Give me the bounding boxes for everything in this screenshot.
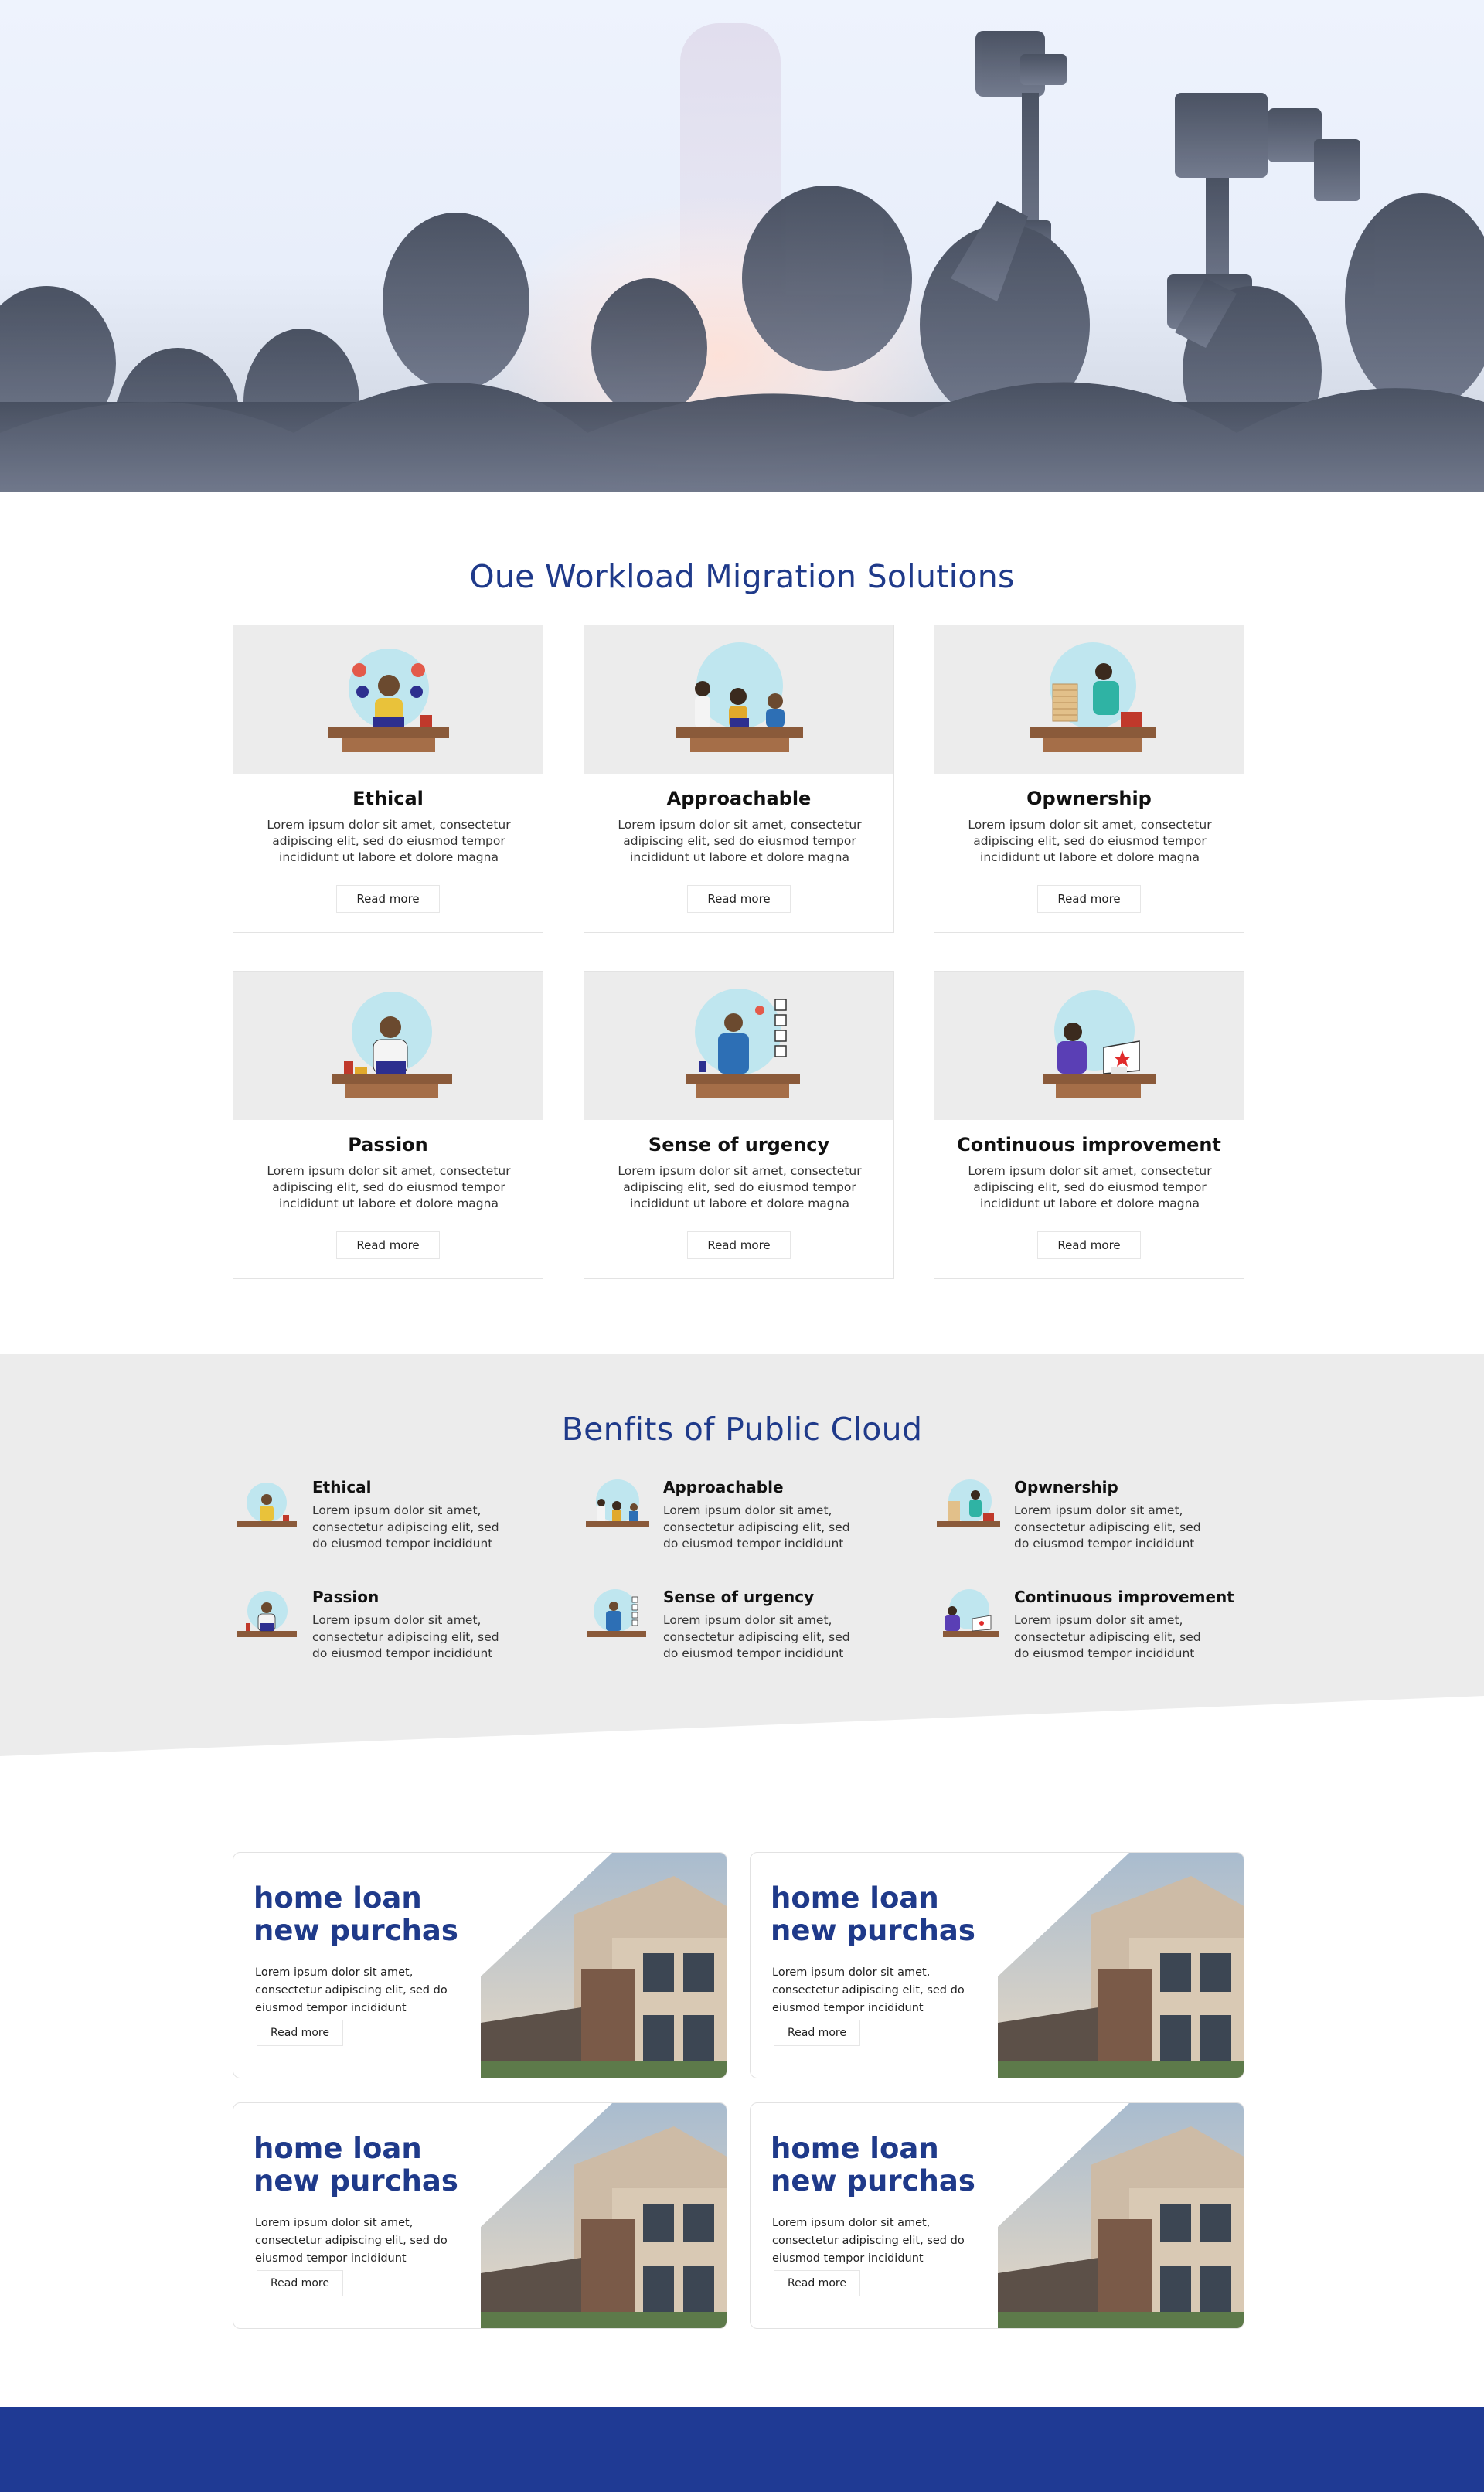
card-title: Ethical (352, 788, 424, 809)
benefit-description: Lorem ipsum dolor sit amet, consectetur … (663, 1613, 850, 1660)
card-description: Lorem ipsum dolor sit amet, consectetur … (968, 1164, 1212, 1210)
card-image (934, 972, 1244, 1120)
benefit-title: Continuous improvement (1014, 1588, 1234, 1606)
benefit-title: Sense of urgency (663, 1588, 815, 1606)
loan-title-line: new purchas (771, 2164, 975, 2198)
card-title: Passion (348, 1134, 428, 1156)
benefit-title: Opwnership (1014, 1478, 1118, 1496)
read-more-button[interactable]: Read more (257, 2270, 343, 2296)
read-more-button[interactable]: Read more (1037, 1231, 1141, 1259)
loan-title-line: home loan (254, 1881, 422, 1915)
card-title: Continuous improvement (957, 1134, 1221, 1156)
benefit-item-opwnership: Opwnership Lorem ipsum dolor sit amet, c… (934, 1478, 1274, 1563)
solution-card-approachable: Approachable Lorem ipsum dolor sit amet,… (584, 625, 894, 933)
benefit-description: Lorem ipsum dolor sit amet, consectetur … (663, 1503, 850, 1551)
read-more-button[interactable]: Read more (774, 2270, 860, 2296)
read-more-button[interactable]: Read more (336, 885, 440, 913)
loan-description: Lorem ipsum dolor sit amet, consectetur … (255, 1966, 448, 2014)
card-image (584, 972, 893, 1120)
loan-description: Lorem ipsum dolor sit amet, consectetur … (772, 1966, 965, 2014)
laptop-worker-icon (332, 992, 452, 1098)
team-meeting-icon (586, 1479, 649, 1527)
read-more-button[interactable]: Read more (774, 2020, 860, 2046)
loan-title: home loan new purchas (771, 2133, 1002, 2198)
loan-card: home loan new purchas Lorem ipsum dolor s… (233, 1852, 727, 2078)
read-more-button[interactable]: Read more (687, 1231, 791, 1259)
read-more-button[interactable]: Read more (336, 1231, 440, 1259)
benefit-description: Lorem ipsum dolor sit amet, consectetur … (312, 1613, 499, 1660)
benefit-title: Passion (312, 1588, 380, 1606)
benefit-title: Approachable (663, 1478, 784, 1496)
card-description: Lorem ipsum dolor sit amet, consectetur … (267, 818, 511, 864)
stacking-blocks-icon (937, 1479, 1000, 1527)
card-image (584, 625, 893, 774)
loan-title-line: new purchas (254, 2164, 458, 2198)
stacking-blocks-icon (1030, 642, 1156, 752)
multitasking-person-icon (328, 649, 449, 752)
card-title: Sense of urgency (648, 1134, 830, 1156)
benefit-description: Lorem ipsum dolor sit amet, consectetur … (1014, 1503, 1201, 1551)
solution-card-ethical: Ethical Lorem ipsum dolor sit amet, cons… (233, 625, 543, 933)
loan-card: home loan new purchas Lorem ipsum dolor s… (750, 2102, 1244, 2329)
loan-title-line: new purchas (771, 1914, 975, 1947)
benefit-item-continuous-improvement: Continuous improvement Lorem ipsum dolor… (934, 1588, 1274, 1673)
loan-title-line: new purchas (254, 1914, 458, 1947)
read-more-button[interactable]: Read more (1037, 885, 1141, 913)
hero-banner (0, 0, 1484, 492)
loan-title-line: home loan (771, 2132, 939, 2165)
benefit-item-sense-of-urgency: Sense of urgency Lorem ipsum dolor sit a… (583, 1588, 923, 1673)
loan-description: Lorem ipsum dolor sit amet, consectetur … (772, 2217, 965, 2265)
read-more-button[interactable]: Read more (257, 2020, 343, 2046)
solution-card-opwnership: Opwnership Lorem ipsum dolor sit amet, c… (934, 625, 1244, 933)
card-title: Opwnership (1026, 788, 1152, 809)
house-photo-icon (998, 1853, 1244, 2078)
team-meeting-icon (676, 642, 803, 752)
designer-tablet-icon (1043, 990, 1156, 1098)
read-more-button[interactable]: Read more (687, 885, 791, 913)
card-description: Lorem ipsum dolor sit amet, consectetur … (968, 818, 1212, 864)
house-photo-icon (481, 1853, 727, 2078)
designer-tablet-icon (943, 1589, 999, 1637)
footer-band (0, 2407, 1484, 2492)
benefit-item-approachable: Approachable Lorem ipsum dolor sit amet,… (583, 1478, 923, 1563)
card-title: Approachable (666, 788, 812, 809)
card-image (934, 625, 1244, 774)
benefit-title: Ethical (312, 1478, 372, 1496)
card-description: Lorem ipsum dolor sit amet, consectetur … (267, 1164, 511, 1210)
loan-title-line: home loan (254, 2132, 422, 2165)
solution-card-passion: Passion Lorem ipsum dolor sit amet, cons… (233, 971, 543, 1279)
solution-card-sense-of-urgency: Sense of urgency Lorem ipsum dolor sit a… (584, 971, 894, 1279)
multitasking-person-icon (237, 1483, 297, 1527)
loan-description: Lorem ipsum dolor sit amet, consectetur … (255, 2217, 448, 2265)
crowd-silhouette-icon (0, 31, 1484, 492)
laptop-worker-icon (237, 1591, 297, 1637)
benefit-description: Lorem ipsum dolor sit amet, consectetur … (312, 1503, 499, 1551)
solutions-title: Oue Workload Migration Solutions (469, 558, 1015, 595)
house-photo-icon (481, 2103, 727, 2328)
card-image (233, 972, 543, 1120)
loan-card: home loan new purchas Lorem ipsum dolor s… (750, 1852, 1244, 2078)
house-photo-icon (998, 2103, 1244, 2328)
loan-card: home loan new purchas Lorem ipsum dolor s… (233, 2102, 727, 2329)
card-description: Lorem ipsum dolor sit amet, consectetur … (618, 1164, 862, 1210)
benefit-item-passion: Passion Lorem ipsum dolor sit amet, cons… (232, 1588, 572, 1673)
solution-card-continuous-improvement: Continuous improvement Lorem ipsum dolor… (934, 971, 1244, 1279)
loan-title: home loan new purchas (254, 2133, 485, 2198)
benefit-description: Lorem ipsum dolor sit amet, consectetur … (1014, 1613, 1201, 1660)
benefits-title: Benfits of Public Cloud (561, 1411, 923, 1448)
checklist-person-icon (686, 989, 800, 1098)
checklist-person-icon (587, 1589, 646, 1637)
card-image (233, 625, 543, 774)
loan-title: home loan new purchas (254, 1882, 485, 1947)
loan-title-line: home loan (771, 1881, 939, 1915)
card-description: Lorem ipsum dolor sit amet, consectetur … (618, 818, 862, 864)
benefit-item-ethical: Ethical Lorem ipsum dolor sit amet, cons… (232, 1478, 572, 1563)
loan-title: home loan new purchas (771, 1882, 1002, 1947)
